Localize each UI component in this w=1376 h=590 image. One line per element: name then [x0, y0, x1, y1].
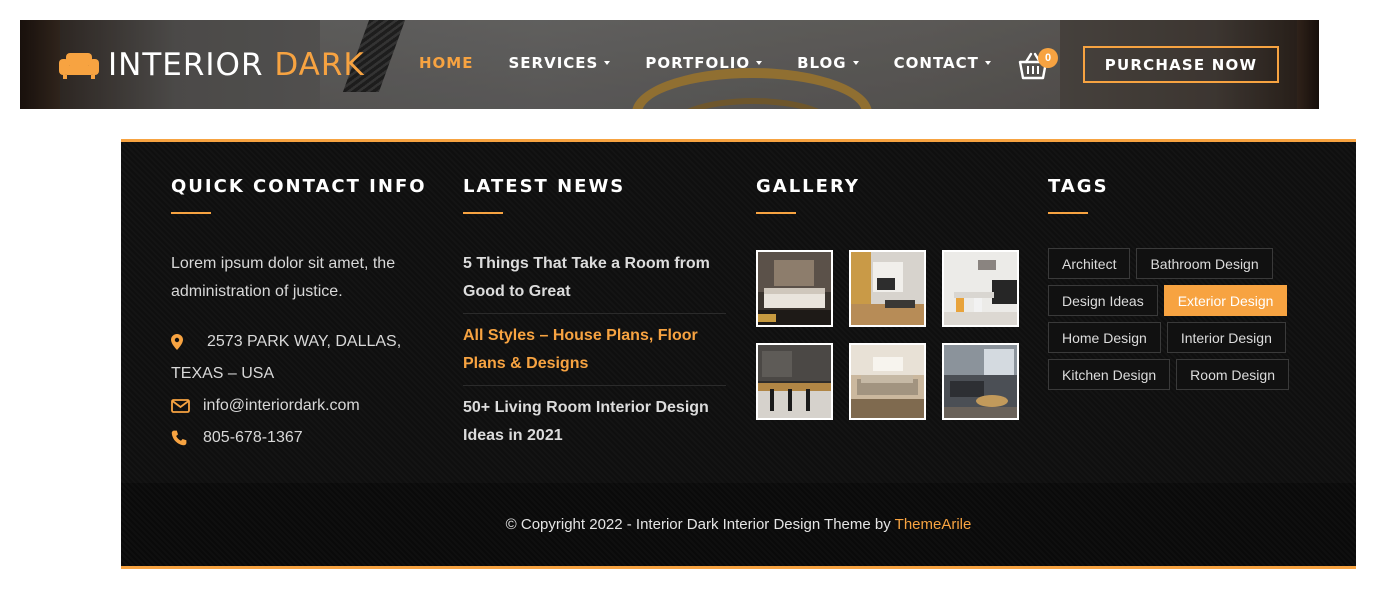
- news-column: LATEST NEWS 5 Things That Take a Room fr…: [463, 176, 726, 465]
- gallery-image-sitting-area[interactable]: [942, 343, 1019, 420]
- title-underline: [756, 212, 796, 214]
- address-line-2: TEXAS – USA: [171, 365, 275, 382]
- news-item[interactable]: 5 Things That Take a Room from Good to G…: [463, 250, 726, 314]
- nav-blog-label: BLOG: [797, 54, 847, 72]
- tag-interior-design[interactable]: Interior Design: [1166, 322, 1286, 353]
- site-logo[interactable]: INTERIOR DARK: [58, 45, 365, 85]
- nav-services[interactable]: SERVICES: [508, 54, 611, 72]
- caret-down-icon: [852, 61, 859, 65]
- nav-portfolio-label: PORTFOLIO: [645, 54, 751, 72]
- nav-blog[interactable]: BLOG: [797, 54, 859, 72]
- tag-exterior-design[interactable]: Exterior Design: [1163, 285, 1288, 316]
- gallery-image-lounge[interactable]: [849, 343, 926, 420]
- gallery-image-dining-room[interactable]: [942, 250, 1019, 327]
- tag-room-design[interactable]: Room Design: [1176, 359, 1289, 390]
- logo-text-main: INTERIOR: [108, 47, 264, 83]
- tag-design-ideas[interactable]: Design Ideas: [1048, 285, 1158, 316]
- tags-column: TAGS Architect Bathroom Design Design Id…: [1048, 176, 1308, 396]
- gallery-title: GALLERY: [756, 176, 860, 197]
- gallery-column: GALLERY: [756, 176, 1019, 420]
- purchase-now-button[interactable]: PURCHASE NOW: [1083, 46, 1279, 83]
- gallery-image-kitchen[interactable]: [756, 343, 833, 420]
- map-pin-icon: [171, 326, 203, 358]
- news-item[interactable]: 50+ Living Room Interior Design Ideas in…: [463, 394, 726, 457]
- main-nav: HOME SERVICES PORTFOLIO BLOG CONTACT: [419, 54, 1026, 72]
- logo-text: INTERIOR DARK: [108, 47, 365, 83]
- copyright-text: © Copyright 2022 - Interior Dark Interio…: [506, 516, 972, 533]
- contact-phone[interactable]: 805-678-1367: [171, 422, 431, 454]
- caret-down-icon: [984, 61, 991, 65]
- tag-architect[interactable]: Architect: [1048, 248, 1131, 279]
- gallery-grid: [756, 250, 1019, 420]
- envelope-icon: [171, 390, 203, 422]
- nav-portfolio[interactable]: PORTFOLIO: [645, 54, 763, 72]
- phone-icon: [171, 422, 203, 454]
- contact-about-text: Lorem ipsum dolor sit amet, the administ…: [171, 255, 396, 300]
- tag-kitchen-design[interactable]: Kitchen Design: [1048, 359, 1171, 390]
- cart-count-badge: 0: [1038, 48, 1058, 68]
- nav-home[interactable]: HOME: [419, 54, 473, 72]
- nav-services-label: SERVICES: [508, 54, 599, 72]
- news-title: LATEST NEWS: [463, 176, 626, 197]
- contact-column: QUICK CONTACT INFO Lorem ipsum dolor sit…: [171, 176, 431, 454]
- tag-home-design[interactable]: Home Design: [1048, 322, 1161, 353]
- logo-text-accent: DARK: [274, 47, 365, 83]
- tag-cloud: Architect Bathroom Design Design Ideas E…: [1048, 248, 1308, 396]
- nav-home-label: HOME: [419, 54, 474, 72]
- tags-title: TAGS: [1048, 176, 1109, 197]
- title-underline: [171, 212, 211, 214]
- caret-down-icon: [604, 61, 611, 65]
- tag-bathroom-design[interactable]: Bathroom Design: [1136, 248, 1273, 279]
- nav-contact-label: CONTACT: [893, 54, 979, 72]
- news-list: 5 Things That Take a Room from Good to G…: [463, 250, 726, 457]
- sofa-icon: [58, 49, 100, 81]
- title-underline: [1048, 212, 1088, 214]
- contact-title: QUICK CONTACT INFO: [171, 176, 427, 197]
- caret-down-icon: [756, 61, 763, 65]
- nav-contact[interactable]: CONTACT: [894, 54, 991, 72]
- news-item[interactable]: All Styles – House Plans, Floor Plans & …: [463, 322, 726, 386]
- gallery-image-bedroom[interactable]: [756, 250, 833, 327]
- site-header: INTERIOR DARK HOME SERVICES PORTFOLIO BL…: [20, 20, 1319, 109]
- contact-address: 2573 PARK WAY, DALLAS,: [171, 326, 431, 358]
- contact-email[interactable]: info@interiordark.com: [171, 390, 431, 422]
- copyright-bar: © Copyright 2022 - Interior Dark Interio…: [121, 483, 1356, 566]
- copyright-label: © Copyright 2022 - Interior Dark Interio…: [505, 516, 895, 533]
- title-underline: [463, 212, 503, 214]
- email-text: info@interiordark.com: [203, 397, 360, 414]
- themearile-link[interactable]: ThemeArile: [895, 516, 972, 533]
- site-footer: QUICK CONTACT INFO Lorem ipsum dolor sit…: [121, 139, 1356, 569]
- address-line-1: 2573 PARK WAY, DALLAS,: [207, 333, 402, 350]
- phone-text: 805-678-1367: [203, 429, 303, 446]
- gallery-image-living-room[interactable]: [849, 250, 926, 327]
